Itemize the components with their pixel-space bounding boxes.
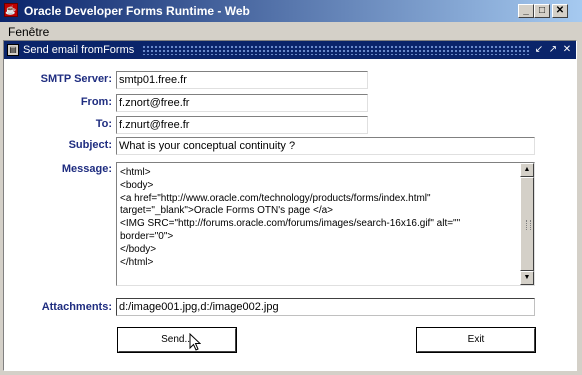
form-close-button[interactable]: ✕ [561,44,573,56]
send-button[interactable]: Send... [117,327,237,353]
scroll-down-button[interactable]: ▼ [520,271,534,285]
subject-field[interactable]: What is your conceptual continuity ? [116,137,535,155]
from-field[interactable]: f.znort@free.fr [116,94,368,112]
form-maximize-button[interactable]: ↗ [547,44,559,56]
smtp-label: SMTP Server: [40,73,112,85]
form-title: Send email fromForms [23,44,135,56]
attachments-label: Attachments: [41,301,112,313]
arrow-down-icon: ▼ [523,274,531,281]
close-icon: ✕ [562,44,572,55]
message-label: Message: [61,163,112,175]
smtp-server-field[interactable]: smtp01.free.fr [116,71,368,89]
title-pattern [142,45,530,55]
menu-item-fenetre[interactable]: Fenêtre [8,25,49,39]
maximize-icon: □ [538,5,546,16]
scroll-thumb[interactable] [520,177,534,271]
close-icon: ✕ [555,5,565,16]
close-button[interactable]: ✕ [552,4,568,18]
app-title-bar[interactable]: ☕ Oracle Developer Forms Runtime - Web _… [0,0,582,22]
message-text[interactable]: <html> <body> <a href="http://www.oracle… [120,167,516,269]
to-label: To: [95,118,112,130]
minimize-icon: ↙ [534,44,544,55]
attachments-field[interactable]: d:/image001.jpg,d:/image002.jpg [116,298,535,316]
maximize-icon: ↗ [548,44,558,55]
menu-bar: Fenêtre [0,22,582,40]
grip-icon [526,220,531,230]
exit-button[interactable]: Exit [416,327,536,353]
maximize-button[interactable]: □ [534,4,550,18]
mouse-cursor-icon [189,333,201,351]
scroll-up-button[interactable]: ▲ [520,163,534,177]
message-scrollbar[interactable]: ▲ ▼ [520,163,534,285]
to-field[interactable]: f.znurt@free.fr [116,116,368,134]
subject-label: Subject: [68,139,112,151]
form-minimize-button[interactable]: ↙ [533,44,545,56]
minimize-button[interactable]: _ [518,4,534,18]
app-title: Oracle Developer Forms Runtime - Web [24,4,250,18]
message-field[interactable]: <html> <body> <a href="http://www.oracle… [116,162,535,286]
java-app-icon: ☕ [4,3,18,17]
arrow-up-icon: ▲ [523,166,531,173]
from-label: From: [80,96,112,108]
form-icon: ▤ [7,44,19,56]
minimize-icon: _ [523,5,529,16]
form-title-bar[interactable]: ▤ Send email fromForms ↙ ↗ ✕ [4,41,576,59]
